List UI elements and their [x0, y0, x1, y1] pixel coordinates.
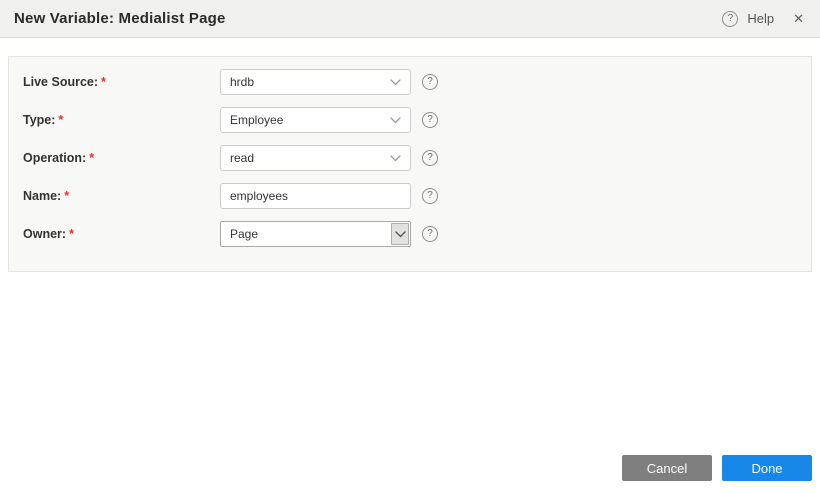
- done-button[interactable]: Done: [722, 455, 812, 481]
- form-row: Owner:* Page ?: [9, 221, 811, 247]
- name-input[interactable]: [220, 183, 411, 209]
- field-label: Live Source:: [23, 75, 98, 89]
- footer-actions: Cancel Done: [622, 455, 812, 481]
- dialog-header: New Variable: Medialist Page ? Help ✕: [0, 0, 820, 38]
- form-row: Name:* ?: [9, 183, 811, 209]
- owner-value: Page: [221, 222, 390, 246]
- new-variable-dialog: New Variable: Medialist Page ? Help ✕ Li…: [0, 0, 820, 493]
- name-field-wrap: [220, 183, 411, 209]
- required-asterisk: *: [58, 113, 63, 127]
- owner-select[interactable]: Page: [220, 221, 411, 247]
- type-dropdown[interactable]: Employee: [220, 107, 411, 133]
- field-label: Operation:: [23, 151, 86, 165]
- required-asterisk: *: [89, 151, 94, 165]
- header-actions: ? Help ✕: [722, 11, 804, 27]
- owner-help-icon[interactable]: ?: [422, 226, 438, 242]
- operation-dropdown[interactable]: read: [220, 145, 411, 171]
- operation-value: read: [230, 151, 254, 165]
- chevron-down-icon: [390, 117, 401, 124]
- field-label: Owner:: [23, 227, 66, 241]
- live-source-value: hrdb: [230, 75, 254, 89]
- form-panel: Live Source:* hrdb ? Type:* Employee ? O…: [8, 56, 812, 272]
- form-row: Type:* Employee ?: [9, 107, 811, 133]
- owner-field-wrap: Page: [220, 221, 411, 247]
- type-help-icon[interactable]: ?: [422, 112, 438, 128]
- help-link[interactable]: Help: [747, 11, 774, 26]
- operation-help-icon[interactable]: ?: [422, 150, 438, 166]
- close-icon[interactable]: ✕: [793, 11, 804, 27]
- chevron-down-icon: [390, 79, 401, 86]
- required-asterisk: *: [69, 227, 74, 241]
- live-source-field-wrap: hrdb: [220, 69, 411, 95]
- cancel-button[interactable]: Cancel: [622, 455, 712, 481]
- form-row: Operation:* read ?: [9, 145, 811, 171]
- required-asterisk: *: [101, 75, 106, 89]
- live-source-dropdown[interactable]: hrdb: [220, 69, 411, 95]
- live-source-help-icon[interactable]: ?: [422, 74, 438, 90]
- type-field-wrap: Employee: [220, 107, 411, 133]
- chevron-down-icon: [390, 155, 401, 162]
- field-label: Type:: [23, 113, 55, 127]
- chevron-down-icon: [395, 231, 406, 238]
- operation-field-wrap: read: [220, 145, 411, 171]
- page-title: New Variable: Medialist Page: [14, 10, 722, 27]
- type-value: Employee: [230, 113, 283, 127]
- form-row: Live Source:* hrdb ?: [9, 69, 811, 95]
- form-rows: Live Source:* hrdb ? Type:* Employee ? O…: [9, 69, 811, 247]
- required-asterisk: *: [64, 189, 69, 203]
- name-help-icon[interactable]: ?: [422, 188, 438, 204]
- owner-select-arrow[interactable]: [391, 223, 409, 245]
- help-icon[interactable]: ?: [722, 11, 738, 27]
- field-label: Name:: [23, 189, 61, 203]
